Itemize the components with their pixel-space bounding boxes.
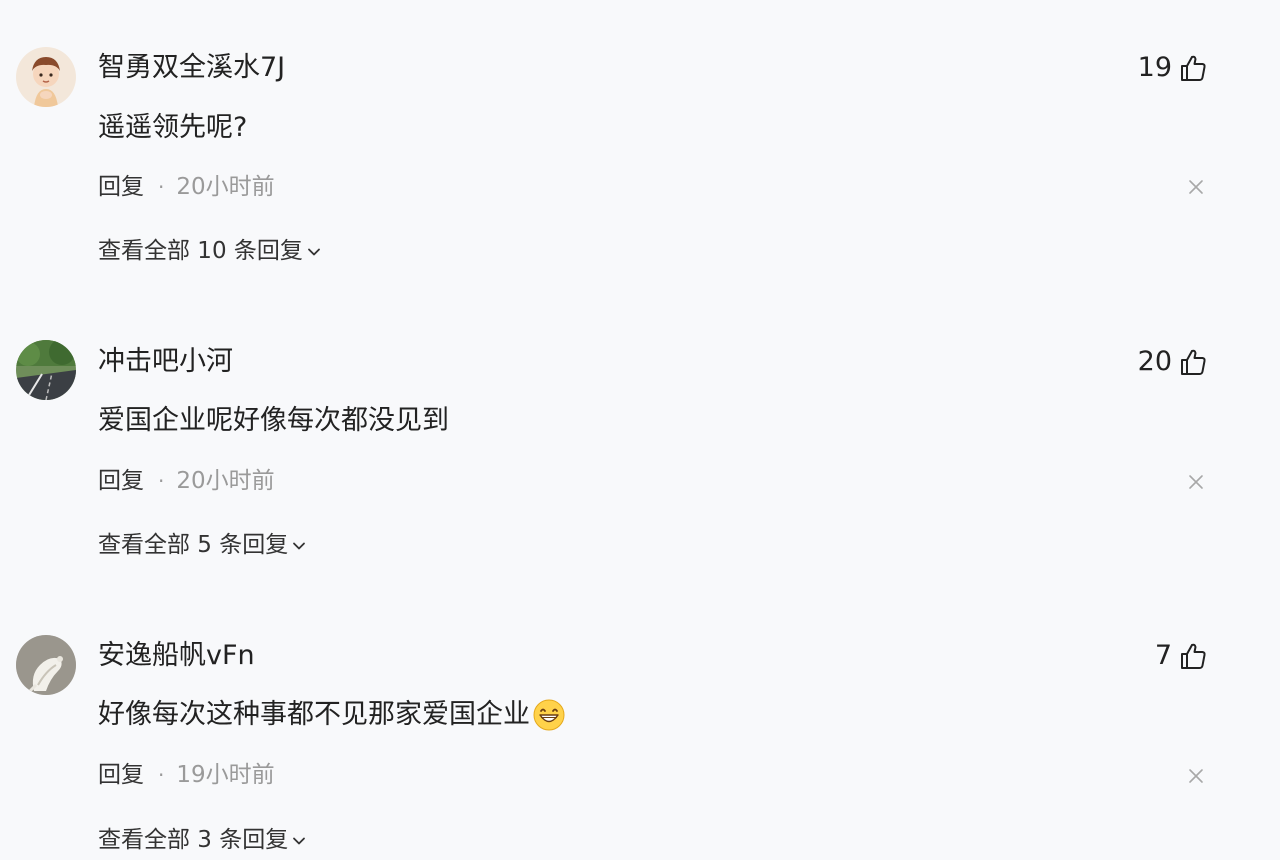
grin-emoji-icon bbox=[533, 699, 565, 731]
separator-dot: · bbox=[158, 469, 165, 493]
avatar[interactable] bbox=[16, 340, 76, 400]
like-count[interactable]: 7 bbox=[1155, 639, 1208, 673]
timestamp: 20小时前 bbox=[176, 468, 275, 494]
chevron-down-icon bbox=[293, 542, 306, 550]
separator-dot: · bbox=[158, 763, 165, 787]
reply-button[interactable]: 回复 bbox=[98, 466, 144, 496]
like-count-value: 7 bbox=[1154, 640, 1172, 671]
view-all-replies-button[interactable]: 查看全部 3 条回复 bbox=[98, 825, 307, 855]
comment-meta: 回复 · 20小时前 bbox=[98, 466, 275, 496]
thumbs-up-icon[interactable] bbox=[1178, 347, 1208, 377]
view-all-replies-label: 查看全部 5 条回复 bbox=[98, 532, 289, 558]
comment-meta: 回复 · 19小时前 bbox=[98, 760, 275, 790]
reply-button[interactable]: 回复 bbox=[98, 760, 144, 790]
close-icon[interactable] bbox=[1188, 768, 1204, 784]
comment-text-value: 爱国企业呢好像每次都没见到 bbox=[98, 405, 449, 436]
view-all-replies-button[interactable]: 查看全部 5 条回复 bbox=[98, 530, 307, 560]
comment-text: 好像每次这种事都不见那家爱国企业 bbox=[98, 698, 566, 732]
timestamp: 19小时前 bbox=[176, 762, 275, 788]
username[interactable]: 安逸船帆vFn bbox=[98, 639, 255, 673]
close-icon[interactable] bbox=[1188, 474, 1204, 490]
comment-text: 爱国企业呢好像每次都没见到 bbox=[98, 404, 449, 438]
comment-item: 安逸船帆vFn 7 好像每次这种事都不见那家爱国企业 回复 · 19小时前 查看… bbox=[0, 0, 1280, 853]
username[interactable]: 冲击吧小河 bbox=[98, 345, 233, 379]
like-count[interactable]: 20 bbox=[1138, 345, 1208, 379]
view-all-replies-label: 查看全部 3 条回复 bbox=[98, 827, 289, 853]
chevron-down-icon bbox=[293, 837, 306, 845]
comment-text-value: 好像每次这种事都不见那家爱国企业 bbox=[98, 699, 530, 730]
thumbs-up-icon[interactable] bbox=[1178, 641, 1208, 671]
avatar[interactable] bbox=[16, 635, 76, 695]
like-count-value: 20 bbox=[1137, 346, 1172, 377]
